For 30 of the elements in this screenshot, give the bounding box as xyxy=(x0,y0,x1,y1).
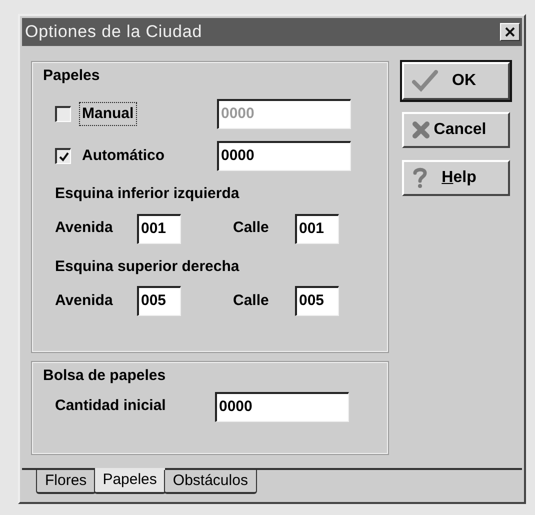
group-title: Bolsa de papeles xyxy=(43,366,166,386)
input-field[interactable]: 0000 xyxy=(217,141,351,171)
check-icon xyxy=(58,152,68,162)
help-button[interactable]: Help xyxy=(402,160,510,196)
ok-button[interactable]: OK xyxy=(402,62,510,100)
input-field[interactable]: 0000 xyxy=(215,392,349,422)
close-icon xyxy=(505,27,515,37)
field-label: Avenida xyxy=(55,290,114,311)
section-heading: Esquina superior derecha xyxy=(55,256,240,276)
checkbox[interactable] xyxy=(55,148,71,164)
section-heading: Esquina inferior izquierda xyxy=(55,184,240,204)
field-label: Avenida xyxy=(55,218,114,238)
cancel-button[interactable]: Cancel xyxy=(402,112,510,148)
input-field[interactable]: 005 xyxy=(295,286,339,316)
x-icon xyxy=(412,121,430,139)
field-label: Calle xyxy=(233,290,270,311)
close-button[interactable] xyxy=(500,23,520,41)
field-label: Calle xyxy=(233,218,270,238)
input-field[interactable]: 005 xyxy=(137,286,181,316)
checkbox-label[interactable]: Automático xyxy=(79,144,168,168)
input-field[interactable]: 001 xyxy=(137,214,181,244)
question-mark-icon xyxy=(412,167,428,189)
input-field[interactable]: 001 xyxy=(295,214,339,244)
tab[interactable]: Flores xyxy=(36,470,96,494)
group-title: Papeles xyxy=(43,66,101,86)
tab[interactable]: Papeles xyxy=(94,468,166,494)
checkmark-icon xyxy=(412,70,438,92)
field-label: Cantidad inicial xyxy=(55,396,167,416)
tab[interactable]: Obstáculos xyxy=(164,470,257,494)
window-title: Optiones de la Ciudad xyxy=(24,21,202,44)
